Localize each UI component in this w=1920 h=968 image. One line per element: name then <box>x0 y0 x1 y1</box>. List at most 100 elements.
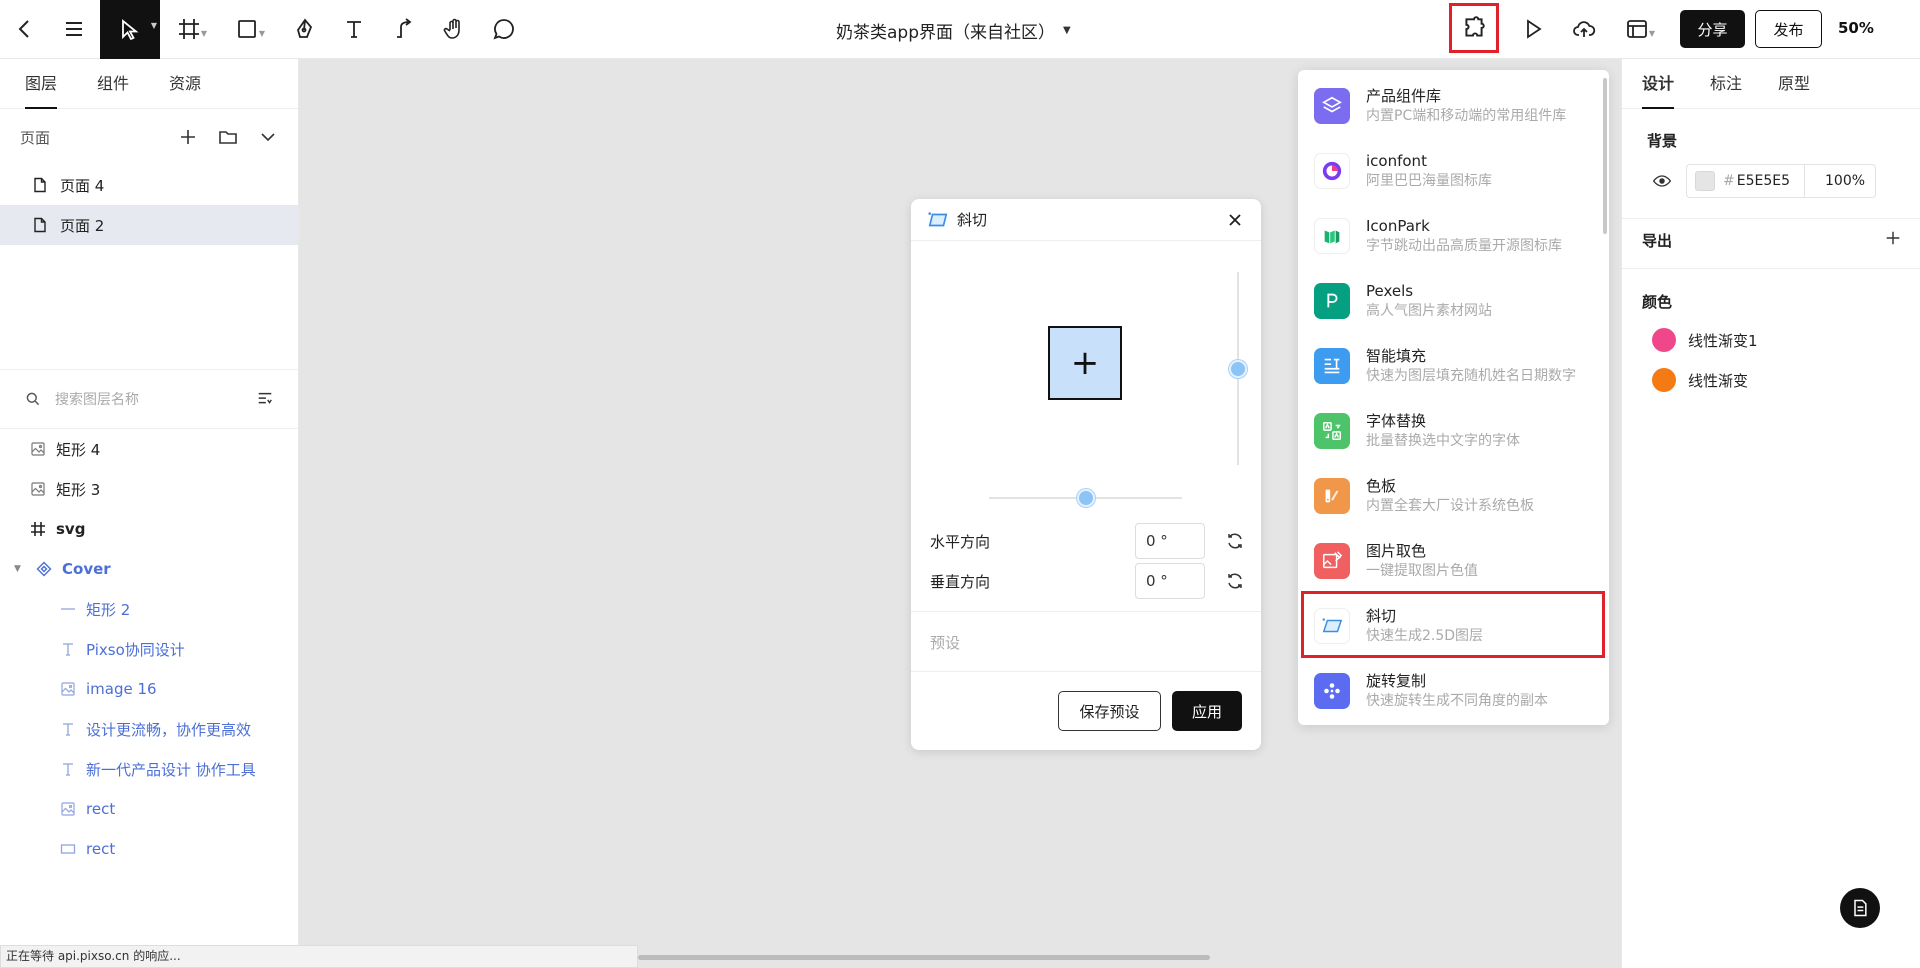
chevron-down-icon[interactable] <box>258 127 278 147</box>
plugin-description: 字节跳动出品高质量开源图标库 <box>1366 237 1562 254</box>
layer-row[interactable]: rect <box>0 829 299 869</box>
tab-annotation[interactable]: 标注 <box>1710 59 1742 109</box>
line-icon <box>60 601 76 617</box>
text-icon <box>60 721 76 737</box>
folder-icon[interactable] <box>218 127 238 147</box>
divider <box>911 671 1261 672</box>
plugin-button[interactable] <box>1449 3 1499 53</box>
layer-search[interactable]: 搜索图层名称 <box>0 369 299 429</box>
layer-name: image 16 <box>86 680 157 698</box>
page-item[interactable]: 页面 4 <box>0 165 298 205</box>
layer-name: 矩形 2 <box>86 600 131 619</box>
plugin-title: IconPark <box>1366 216 1430 235</box>
add-page-icon[interactable] <box>178 127 198 147</box>
rect-icon <box>60 841 76 857</box>
zoom-level[interactable]: 50% <box>1838 19 1874 37</box>
help-button[interactable] <box>1840 888 1880 928</box>
back-icon[interactable] <box>4 8 46 50</box>
plugin-item[interactable]: 图片取色 一键提取图片色值 <box>1298 528 1609 593</box>
tab-assets[interactable]: 资源 <box>169 59 201 109</box>
plugin-item[interactable]: 色板 内置全套大厂设计系统色板 <box>1298 463 1609 528</box>
frame-tool-icon[interactable]: ▼ <box>168 8 210 50</box>
comment-tool-icon[interactable] <box>483 8 525 50</box>
layer-row[interactable]: image 16 <box>0 669 299 709</box>
plugin-item[interactable]: IconPark 字节跳动出品高质量开源图标库 <box>1298 203 1609 268</box>
page-item[interactable]: 页面 2 <box>0 205 298 245</box>
apply-button[interactable]: 应用 <box>1172 691 1242 731</box>
color-style-item[interactable]: 线性渐变1 <box>1652 325 1758 355</box>
shape-tool-icon[interactable]: ▼ <box>226 8 268 50</box>
move-tool-button[interactable]: ▼ <box>100 0 160 59</box>
publish-button[interactable]: 发布 <box>1755 10 1822 48</box>
vertical-slider-handle[interactable] <box>1229 359 1247 378</box>
menu-icon[interactable] <box>53 8 95 50</box>
dialog-title: 斜切 <box>957 211 988 229</box>
color-style-item[interactable]: 线性渐变 <box>1652 365 1748 395</box>
vertical-angle-input[interactable]: 0 ° <box>1135 563 1205 599</box>
share-button[interactable]: 分享 <box>1680 10 1745 48</box>
color-swatch <box>1652 328 1676 352</box>
divider <box>1804 164 1805 198</box>
tab-layers[interactable]: 图层 <box>25 59 58 109</box>
pen-tool-icon[interactable] <box>284 8 326 50</box>
text-tool-icon[interactable] <box>333 8 375 50</box>
cloud-upload-icon[interactable] <box>1563 8 1605 50</box>
layer-row[interactable]: rect <box>0 789 299 829</box>
plugin-description: 阿里巴巴海量图标库 <box>1366 172 1492 189</box>
play-icon[interactable] <box>1512 8 1554 50</box>
layer-row[interactable]: ▼ Cover <box>0 549 299 589</box>
plugin-item[interactable]: 字体替换 批量替换选中文字的字体 <box>1298 398 1609 463</box>
rotate-copy-icon <box>1314 672 1350 709</box>
layers-icon <box>1314 87 1350 124</box>
export-label: 导出 <box>1642 232 1673 250</box>
plugin-item[interactable]: 产品组件库 内置PC端和移动端的常用组件库 <box>1298 73 1609 138</box>
save-preset-button[interactable]: 保存预设 <box>1058 691 1161 731</box>
layer-row[interactable]: 矩形 3 <box>0 469 299 509</box>
layer-row[interactable]: 矩形 2 <box>0 589 299 629</box>
document-title[interactable]: 奶茶类app界面（来自社区） ▼ <box>836 18 1071 43</box>
background-label: 背景 <box>1647 132 1678 150</box>
plugin-title: 智能填充 <box>1366 346 1427 365</box>
plugin-title: 旋转复制 <box>1366 671 1427 690</box>
divider <box>1622 218 1920 219</box>
layer-name: rect <box>86 800 116 818</box>
divider <box>1622 268 1920 269</box>
highlight-box <box>1301 591 1605 658</box>
background-opacity[interactable]: 100% <box>1825 173 1865 189</box>
search-input[interactable]: 搜索图层名称 <box>55 389 242 409</box>
reset-icon[interactable] <box>1225 531 1245 551</box>
reset-icon[interactable] <box>1225 571 1245 591</box>
add-export-icon[interactable] <box>1884 229 1902 247</box>
layer-row[interactable]: Pixso协同设计 <box>0 629 299 669</box>
plugin-item[interactable]: Pexels 高人气图片素材网站 <box>1298 268 1609 333</box>
tab-prototype[interactable]: 原型 <box>1778 59 1810 109</box>
close-icon[interactable] <box>1225 210 1245 230</box>
hand-tool-icon[interactable] <box>433 8 475 50</box>
filter-list-icon[interactable] <box>256 390 274 408</box>
right-panel-tabs: 设计 标注 原型 <box>1622 59 1920 109</box>
layout-icon[interactable]: ▼ <box>1616 8 1658 50</box>
tab-components[interactable]: 组件 <box>97 59 129 109</box>
document-icon <box>1854 899 1867 917</box>
eye-icon[interactable] <box>1652 171 1672 191</box>
connector-tool-icon[interactable] <box>383 8 425 50</box>
horizontal-angle-input[interactable]: 0 ° <box>1135 523 1205 559</box>
layer-row[interactable]: 设计更流畅，协作更高效 <box>0 709 299 749</box>
plugin-item[interactable]: 旋转复制 快速旋转生成不同角度的副本 <box>1298 658 1609 723</box>
layer-row[interactable]: 新一代产品设计 协作工具 <box>0 749 299 789</box>
plugin-title: 图片取色 <box>1366 541 1427 560</box>
background-hex[interactable]: E5E5E5 <box>1737 173 1790 189</box>
vertical-label: 垂直方向 <box>930 572 991 591</box>
background-color-field[interactable]: # E5E5E5 100% <box>1686 164 1876 198</box>
color-swatch[interactable] <box>1695 171 1715 191</box>
horizontal-slider-handle[interactable] <box>1076 489 1095 507</box>
layer-row[interactable]: 矩形 4 <box>0 429 299 469</box>
pages-label: 页面 <box>20 128 51 147</box>
plugin-item[interactable]: 智能填充 快速为图层填充随机姓名日期数字 <box>1298 333 1609 398</box>
caret-down-icon[interactable]: ▼ <box>14 564 26 574</box>
layer-row[interactable]: svg <box>0 509 299 549</box>
horizontal-scrollbar[interactable] <box>638 955 1210 960</box>
palette-icon <box>1314 477 1350 514</box>
plugin-item[interactable]: iconfont 阿里巴巴海量图标库 <box>1298 138 1609 203</box>
tab-design[interactable]: 设计 <box>1642 59 1675 109</box>
